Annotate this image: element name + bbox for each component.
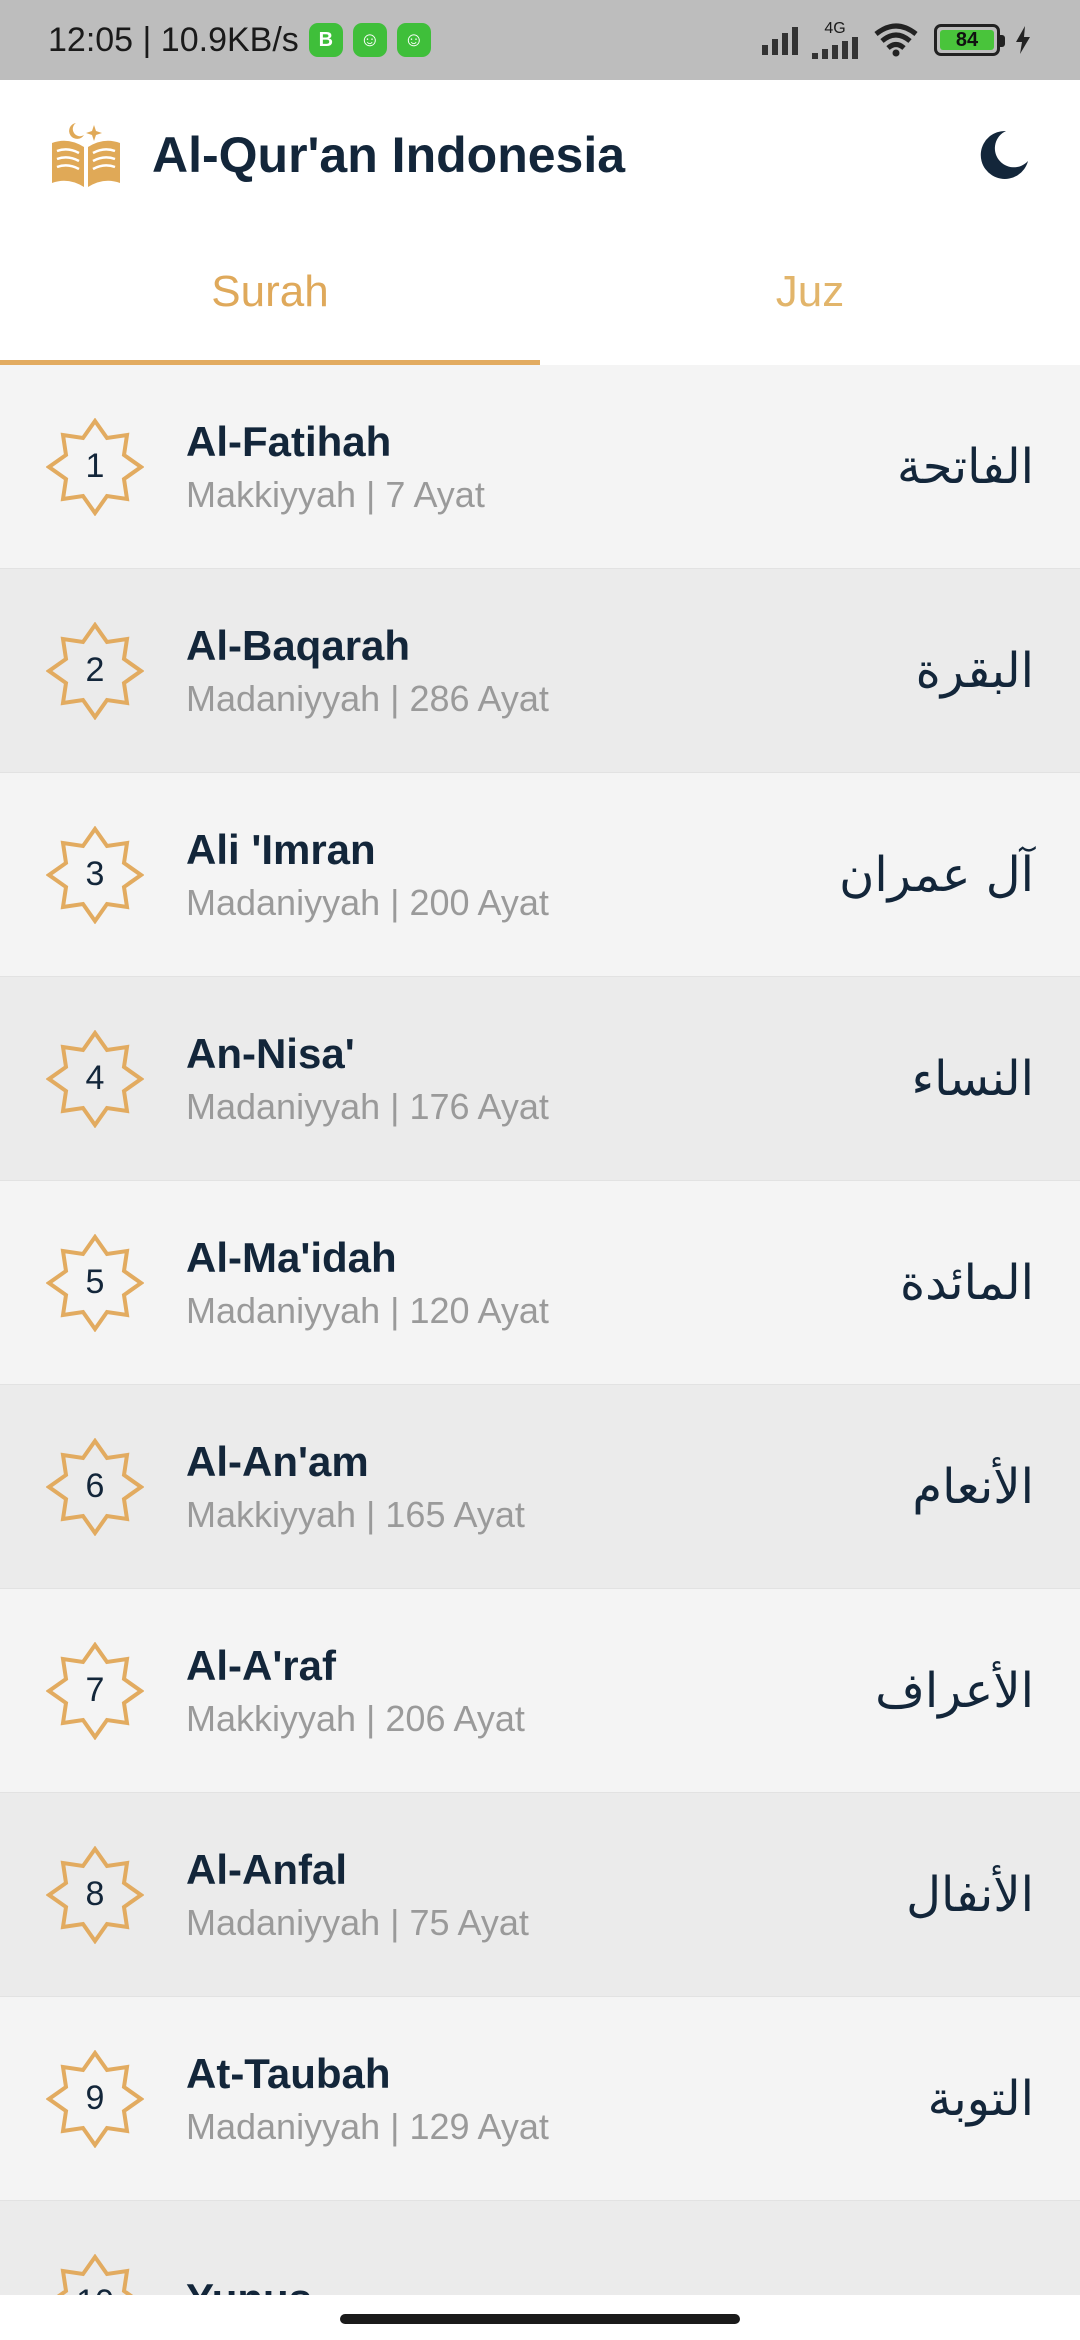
surah-meta: Madaniyyah | 200 Ayat xyxy=(186,881,549,923)
surah-number-badge: 10 xyxy=(46,2253,144,2295)
status-left: 12:05 | 10.9KB/s B ☺ ☺ xyxy=(48,21,431,60)
surah-meta: Makkiyyah | 165 Ayat xyxy=(186,1493,525,1535)
surah-number-badge: 9 xyxy=(46,2049,144,2148)
surah-name: Yunus xyxy=(186,2275,312,2296)
moon-icon[interactable] xyxy=(972,125,1032,185)
surah-arabic: البقرة xyxy=(915,642,1034,699)
surah-row[interactable]: 7 Al-A'raf Makkiyyah | 206 Ayat الأعراف xyxy=(0,1589,1080,1793)
app-header: Al-Qur'an Indonesia xyxy=(0,80,1080,230)
surah-name: Al-A'raf xyxy=(186,1641,336,1689)
surah-number: 7 xyxy=(85,1671,105,1709)
surah-number: 3 xyxy=(85,855,105,893)
signal-icon xyxy=(812,37,858,59)
surah-arabic: النساء xyxy=(911,1050,1034,1107)
surah-number-badge: 2 xyxy=(46,621,144,720)
network-indicator: 4G xyxy=(812,21,858,59)
surah-number: 10 xyxy=(46,2254,144,2295)
surah-number-badge: 7 xyxy=(46,1641,144,1740)
surah-list: 1 Al-Fatihah Makkiyyah | 7 Ayat الفاتحة 2… xyxy=(0,365,1080,2295)
surah-name: Al-Anfal xyxy=(186,1845,347,1893)
surah-name: At-Taubah xyxy=(186,2049,391,2097)
tab-bar: Surah Juz xyxy=(0,230,1080,365)
surah-row[interactable]: 10 Yunus يونس xyxy=(0,2201,1080,2295)
status-time: 12:05 | 10.9KB/s xyxy=(48,20,299,59)
surah-number-badge: 5 xyxy=(46,1233,144,1332)
surah-row[interactable]: 2 Al-Baqarah Madaniyyah | 286 Ayat البقرة xyxy=(0,569,1080,773)
surah-arabic: الفاتحة xyxy=(897,438,1034,495)
surah-number: 1 xyxy=(85,447,105,485)
surah-meta: Makkiyyah | 7 Ayat xyxy=(186,473,485,515)
surah-name: An-Nisa' xyxy=(186,1029,355,1077)
surah-row[interactable]: 8 Al-Anfal Madaniyyah | 75 Ayat الأنفال xyxy=(0,1793,1080,1997)
notification-icon: ☺ xyxy=(352,23,387,57)
surah-number-badge: 1 xyxy=(46,417,144,516)
signal-icon xyxy=(762,25,798,55)
surah-number: 4 xyxy=(85,1059,105,1097)
charging-icon xyxy=(1016,26,1030,54)
wifi-icon xyxy=(874,23,918,57)
surah-arabic: الأعراف xyxy=(875,1662,1034,1719)
surah-number: 2 xyxy=(85,651,105,689)
surah-arabic: التوبة xyxy=(927,2070,1034,2127)
surah-arabic: الأنفال xyxy=(906,1866,1034,1923)
surah-number-badge: 6 xyxy=(46,1437,144,1536)
surah-name: Al-Baqarah xyxy=(186,621,411,669)
surah-number: 8 xyxy=(85,1875,105,1913)
surah-meta: Madaniyyah | 176 Ayat xyxy=(186,1085,549,1127)
battery-icon: 84 xyxy=(934,24,1005,56)
surah-row[interactable]: 9 At-Taubah Madaniyyah | 129 Ayat التوبة xyxy=(0,1997,1080,2201)
surah-name: Al-An'am xyxy=(186,1437,369,1485)
surah-row[interactable]: 5 Al-Ma'idah Madaniyyah | 120 Ayat المائد… xyxy=(0,1181,1080,1385)
surah-row[interactable]: 1 Al-Fatihah Makkiyyah | 7 Ayat الفاتحة xyxy=(0,365,1080,569)
surah-number-badge: 8 xyxy=(46,1845,144,1944)
surah-name: Al-Ma'idah xyxy=(186,1233,397,1281)
surah-meta: Makkiyyah | 206 Ayat xyxy=(186,1697,525,1739)
surah-arabic: آل عمران xyxy=(839,846,1034,903)
notification-icon: ☺ xyxy=(396,23,431,57)
home-indicator[interactable] xyxy=(340,2314,740,2324)
surah-row[interactable]: 6 Al-An'am Makkiyyah | 165 Ayat الأنعام xyxy=(0,1385,1080,1589)
tab-juz[interactable]: Juz xyxy=(540,230,1080,365)
status-right: 4G 84 xyxy=(762,21,1032,59)
surah-arabic: المائدة xyxy=(899,1254,1034,1311)
surah-number: 6 xyxy=(85,1467,105,1505)
app-title: Al-Qur'an Indonesia xyxy=(152,127,626,183)
surah-meta: Madaniyyah | 75 Ayat xyxy=(186,1901,529,1943)
surah-arabic: يونس xyxy=(921,2275,1034,2296)
surah-name: Al-Fatihah xyxy=(186,417,392,465)
surah-number-badge: 4 xyxy=(46,1029,144,1128)
surah-arabic: الأنعام xyxy=(912,1458,1034,1515)
surah-meta: Madaniyyah | 120 Ayat xyxy=(186,1289,549,1331)
surah-number: 5 xyxy=(85,1263,105,1301)
surah-meta: Madaniyyah | 129 Ayat xyxy=(186,2105,549,2147)
surah-row[interactable]: 3 Ali 'Imran Madaniyyah | 200 Ayat آل عمر… xyxy=(0,773,1080,977)
surah-row[interactable]: 4 An-Nisa' Madaniyyah | 176 Ayat النساء xyxy=(0,977,1080,1181)
status-bar: 12:05 | 10.9KB/s B ☺ ☺ 4G 84 xyxy=(0,0,1080,80)
battery-level: 84 xyxy=(940,29,994,51)
surah-number: 9 xyxy=(85,2079,105,2117)
network-label: 4G xyxy=(824,20,846,37)
surah-name: Ali 'Imran xyxy=(186,825,376,873)
surah-number-badge: 3 xyxy=(46,825,144,924)
notification-icon: B xyxy=(308,23,343,57)
surah-meta: Madaniyyah | 286 Ayat xyxy=(186,677,549,719)
tab-surah[interactable]: Surah xyxy=(0,230,540,365)
quran-book-icon xyxy=(52,123,120,187)
